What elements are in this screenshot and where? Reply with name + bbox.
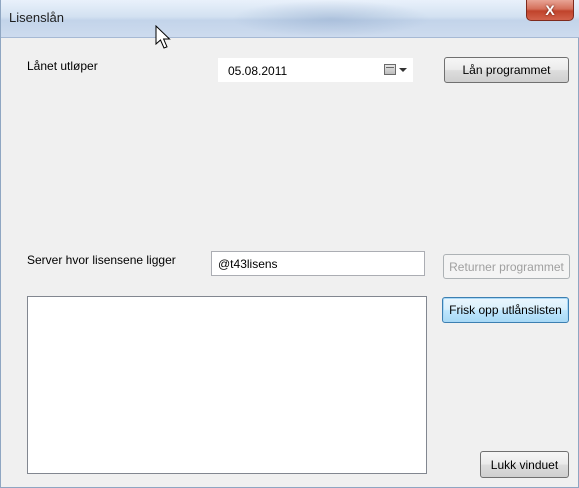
close-icon: X xyxy=(545,2,555,18)
window-title: Lisenslån xyxy=(9,10,64,25)
server-input[interactable]: @t43lisens xyxy=(211,251,425,276)
chevron-down-icon[interactable] xyxy=(399,68,407,72)
return-program-button[interactable]: Returner programmet xyxy=(443,254,570,279)
loan-expiry-value: 05.08.2011 xyxy=(228,64,288,78)
lend-program-button[interactable]: Lån programmet xyxy=(444,57,569,83)
loan-expiry-datepicker[interactable]: 05.08.2011 xyxy=(217,57,414,83)
calendar-icon[interactable] xyxy=(384,64,396,75)
loan-expires-label: Lånet utløper xyxy=(27,59,98,73)
close-window-footer-button[interactable]: Lukk vinduet xyxy=(480,451,569,478)
loan-list[interactable] xyxy=(27,296,427,474)
title-bar[interactable]: Lisenslån X xyxy=(1,0,579,38)
refresh-loan-list-button[interactable]: Frisk opp utlånslisten xyxy=(442,297,569,323)
server-label: Server hvor lisensene ligger xyxy=(27,253,176,267)
mouse-cursor-icon xyxy=(155,25,171,49)
close-window-button[interactable]: X xyxy=(526,0,574,21)
license-loan-window: Lisenslån X Lånet utløper 05.08.2011 Lån… xyxy=(0,0,579,488)
server-input-value: @t43lisens xyxy=(218,257,278,271)
